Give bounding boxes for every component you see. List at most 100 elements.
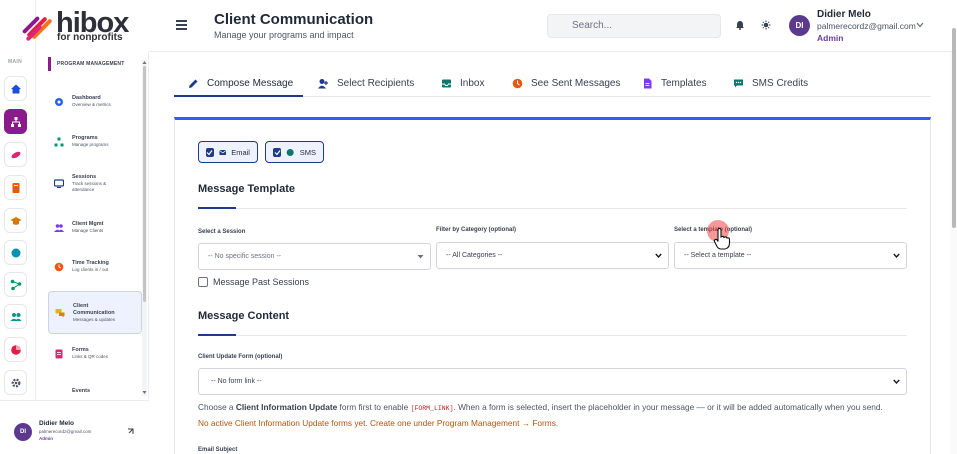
sidebar-item-dashboard[interactable]: Dashboard Overview & metrics <box>48 91 142 112</box>
rail-programs-button[interactable] <box>4 109 27 134</box>
section-divider <box>236 208 907 209</box>
message-template-heading: Message Template <box>198 183 296 195</box>
search-input[interactable]: Search... <box>547 14 721 38</box>
header-avatar[interactable]: DI <box>789 15 810 36</box>
pencil-icon <box>189 79 198 88</box>
rail-chart-button[interactable] <box>4 337 27 362</box>
template-select[interactable]: -- Select a template -- <box>674 242 907 269</box>
chevron-down-icon <box>655 253 662 259</box>
icon-rail: MAIN <box>0 0 36 454</box>
flow-icon <box>10 279 21 290</box>
form-link-select[interactable]: -- No form link -- <box>198 368 907 395</box>
graduation-icon <box>10 216 21 225</box>
form-link-help-text: Choose a Client Information Update form … <box>198 402 883 412</box>
sms-bubble-icon <box>287 148 295 156</box>
category-label: Filter by Category (optional) <box>436 227 517 233</box>
form-icon <box>55 349 63 358</box>
check-icon <box>206 149 213 155</box>
page-scroll-thumb[interactable] <box>952 28 956 228</box>
external-link-icon[interactable] <box>127 428 134 435</box>
form-label: Client Update Form (optional) <box>198 354 283 360</box>
sidebar-user-email: palmerecordz@gmail.com <box>39 429 92 434</box>
category-select[interactable]: -- All Categories -- <box>436 242 669 269</box>
header-user-email: palmerecordz@gmail.com <box>817 21 916 31</box>
home-icon <box>10 84 21 93</box>
sitemap-icon <box>54 137 64 146</box>
rail-section-label: MAIN <box>8 59 22 65</box>
email-checkbox[interactable] <box>206 147 214 157</box>
sidebar-item-forms[interactable]: Forms Links & QR codes <box>48 343 142 364</box>
sidebar-item-time-tracking[interactable]: Time Tracking Log clients in / out <box>48 256 142 277</box>
tab-see-sent-messages[interactable]: See Sent Messages <box>512 70 621 96</box>
active-tab-indicator <box>174 95 303 97</box>
sidebar-item-events[interactable]: Events <box>48 382 142 400</box>
section-divider <box>236 335 907 336</box>
avatar: DI <box>14 423 32 441</box>
chevron-down-icon <box>893 253 900 259</box>
users-icon <box>10 312 21 321</box>
no-forms-warning: No active Client Information Update form… <box>198 418 559 428</box>
rail-home-button[interactable] <box>4 76 27 101</box>
sidebar-item-client-communication[interactable]: Client Communication Messages & updates <box>48 291 142 334</box>
pie-icon <box>10 344 21 355</box>
past-sessions-checkbox[interactable] <box>198 277 208 287</box>
dashboard-icon <box>55 97 63 106</box>
user-plus-icon <box>318 78 328 88</box>
rail-flow-button[interactable] <box>4 272 27 297</box>
rail-graduation-button[interactable] <box>4 208 27 233</box>
sidebar-user-card[interactable]: DI Didier Melo palmerecordz@gmail.com Ad… <box>0 400 149 454</box>
section-accent <box>198 207 236 209</box>
file-icon <box>644 78 652 88</box>
sms-checkbox[interactable] <box>273 147 282 157</box>
bell-icon[interactable] <box>735 20 745 30</box>
tab-select-recipients[interactable]: Select Recipients <box>318 70 414 96</box>
chevron-down-icon[interactable] <box>916 22 924 28</box>
message-past-sessions-option[interactable]: Message Past Sessions <box>198 277 309 287</box>
channel-email-toggle[interactable]: Email <box>198 141 258 163</box>
inbox-icon <box>442 79 451 87</box>
chat-icon <box>734 79 743 87</box>
header-user-name: Didier Melo <box>817 9 871 20</box>
section-accent <box>198 334 236 336</box>
logo-mark-icon <box>22 16 52 41</box>
sidebar-section-title: PROGRAM MANAGEMENT <box>48 57 142 71</box>
sitemap-icon <box>10 116 21 127</box>
sidebar-item-client-mgmt[interactable]: Client Mgmt Manage Clients <box>48 217 142 238</box>
gear-icon <box>11 378 20 387</box>
session-label: Select a Session <box>198 229 246 235</box>
tab-compose-message[interactable]: Compose Message <box>188 70 293 96</box>
session-select[interactable]: -- No specific session -- <box>198 243 431 270</box>
sidebar-item-programs[interactable]: Programs Manage programs <box>48 131 142 152</box>
rail-settings-button[interactable] <box>4 370 27 395</box>
hand-cursor-icon <box>713 228 731 250</box>
chat-bubbles-icon <box>55 308 65 317</box>
rail-feather-button[interactable] <box>4 142 27 167</box>
tab-inbox[interactable]: Inbox <box>441 70 484 96</box>
message-content-heading: Message Content <box>198 310 290 322</box>
rail-users-button[interactable] <box>4 304 27 329</box>
screen-icon <box>54 178 64 188</box>
rail-circle-button[interactable] <box>4 240 27 265</box>
scroll-down-icon[interactable] <box>142 390 147 395</box>
page-subtitle: Manage your programs and impact <box>214 30 354 40</box>
rail-book-button[interactable] <box>4 175 27 200</box>
scroll-up-icon[interactable] <box>142 60 147 65</box>
brand-tagline: for nonprofits <box>57 32 123 43</box>
caret-down-icon <box>417 255 424 259</box>
feather-icon <box>10 151 21 158</box>
clock-icon <box>54 262 64 271</box>
tab-templates[interactable]: Templates <box>642 70 707 96</box>
book-icon <box>12 182 19 193</box>
header-user-role: Admin <box>817 33 844 43</box>
theme-toggle-icon[interactable] <box>761 20 771 30</box>
tab-sms-credits[interactable]: SMS Credits <box>733 70 808 96</box>
users-icon <box>54 223 64 232</box>
chevron-down-icon <box>893 379 900 385</box>
sidebar-scroll-thumb[interactable] <box>143 66 146 302</box>
page-title: Client Communication <box>214 11 374 28</box>
email-subject-label: Email Subject <box>198 447 238 453</box>
channel-sms-toggle[interactable]: SMS <box>265 141 324 163</box>
sidebar-user-name: Didier Melo <box>39 420 75 427</box>
menu-toggle-icon[interactable] <box>176 20 187 30</box>
sidebar-item-sessions[interactable]: Sessions Track sessions & attendance <box>48 170 142 197</box>
